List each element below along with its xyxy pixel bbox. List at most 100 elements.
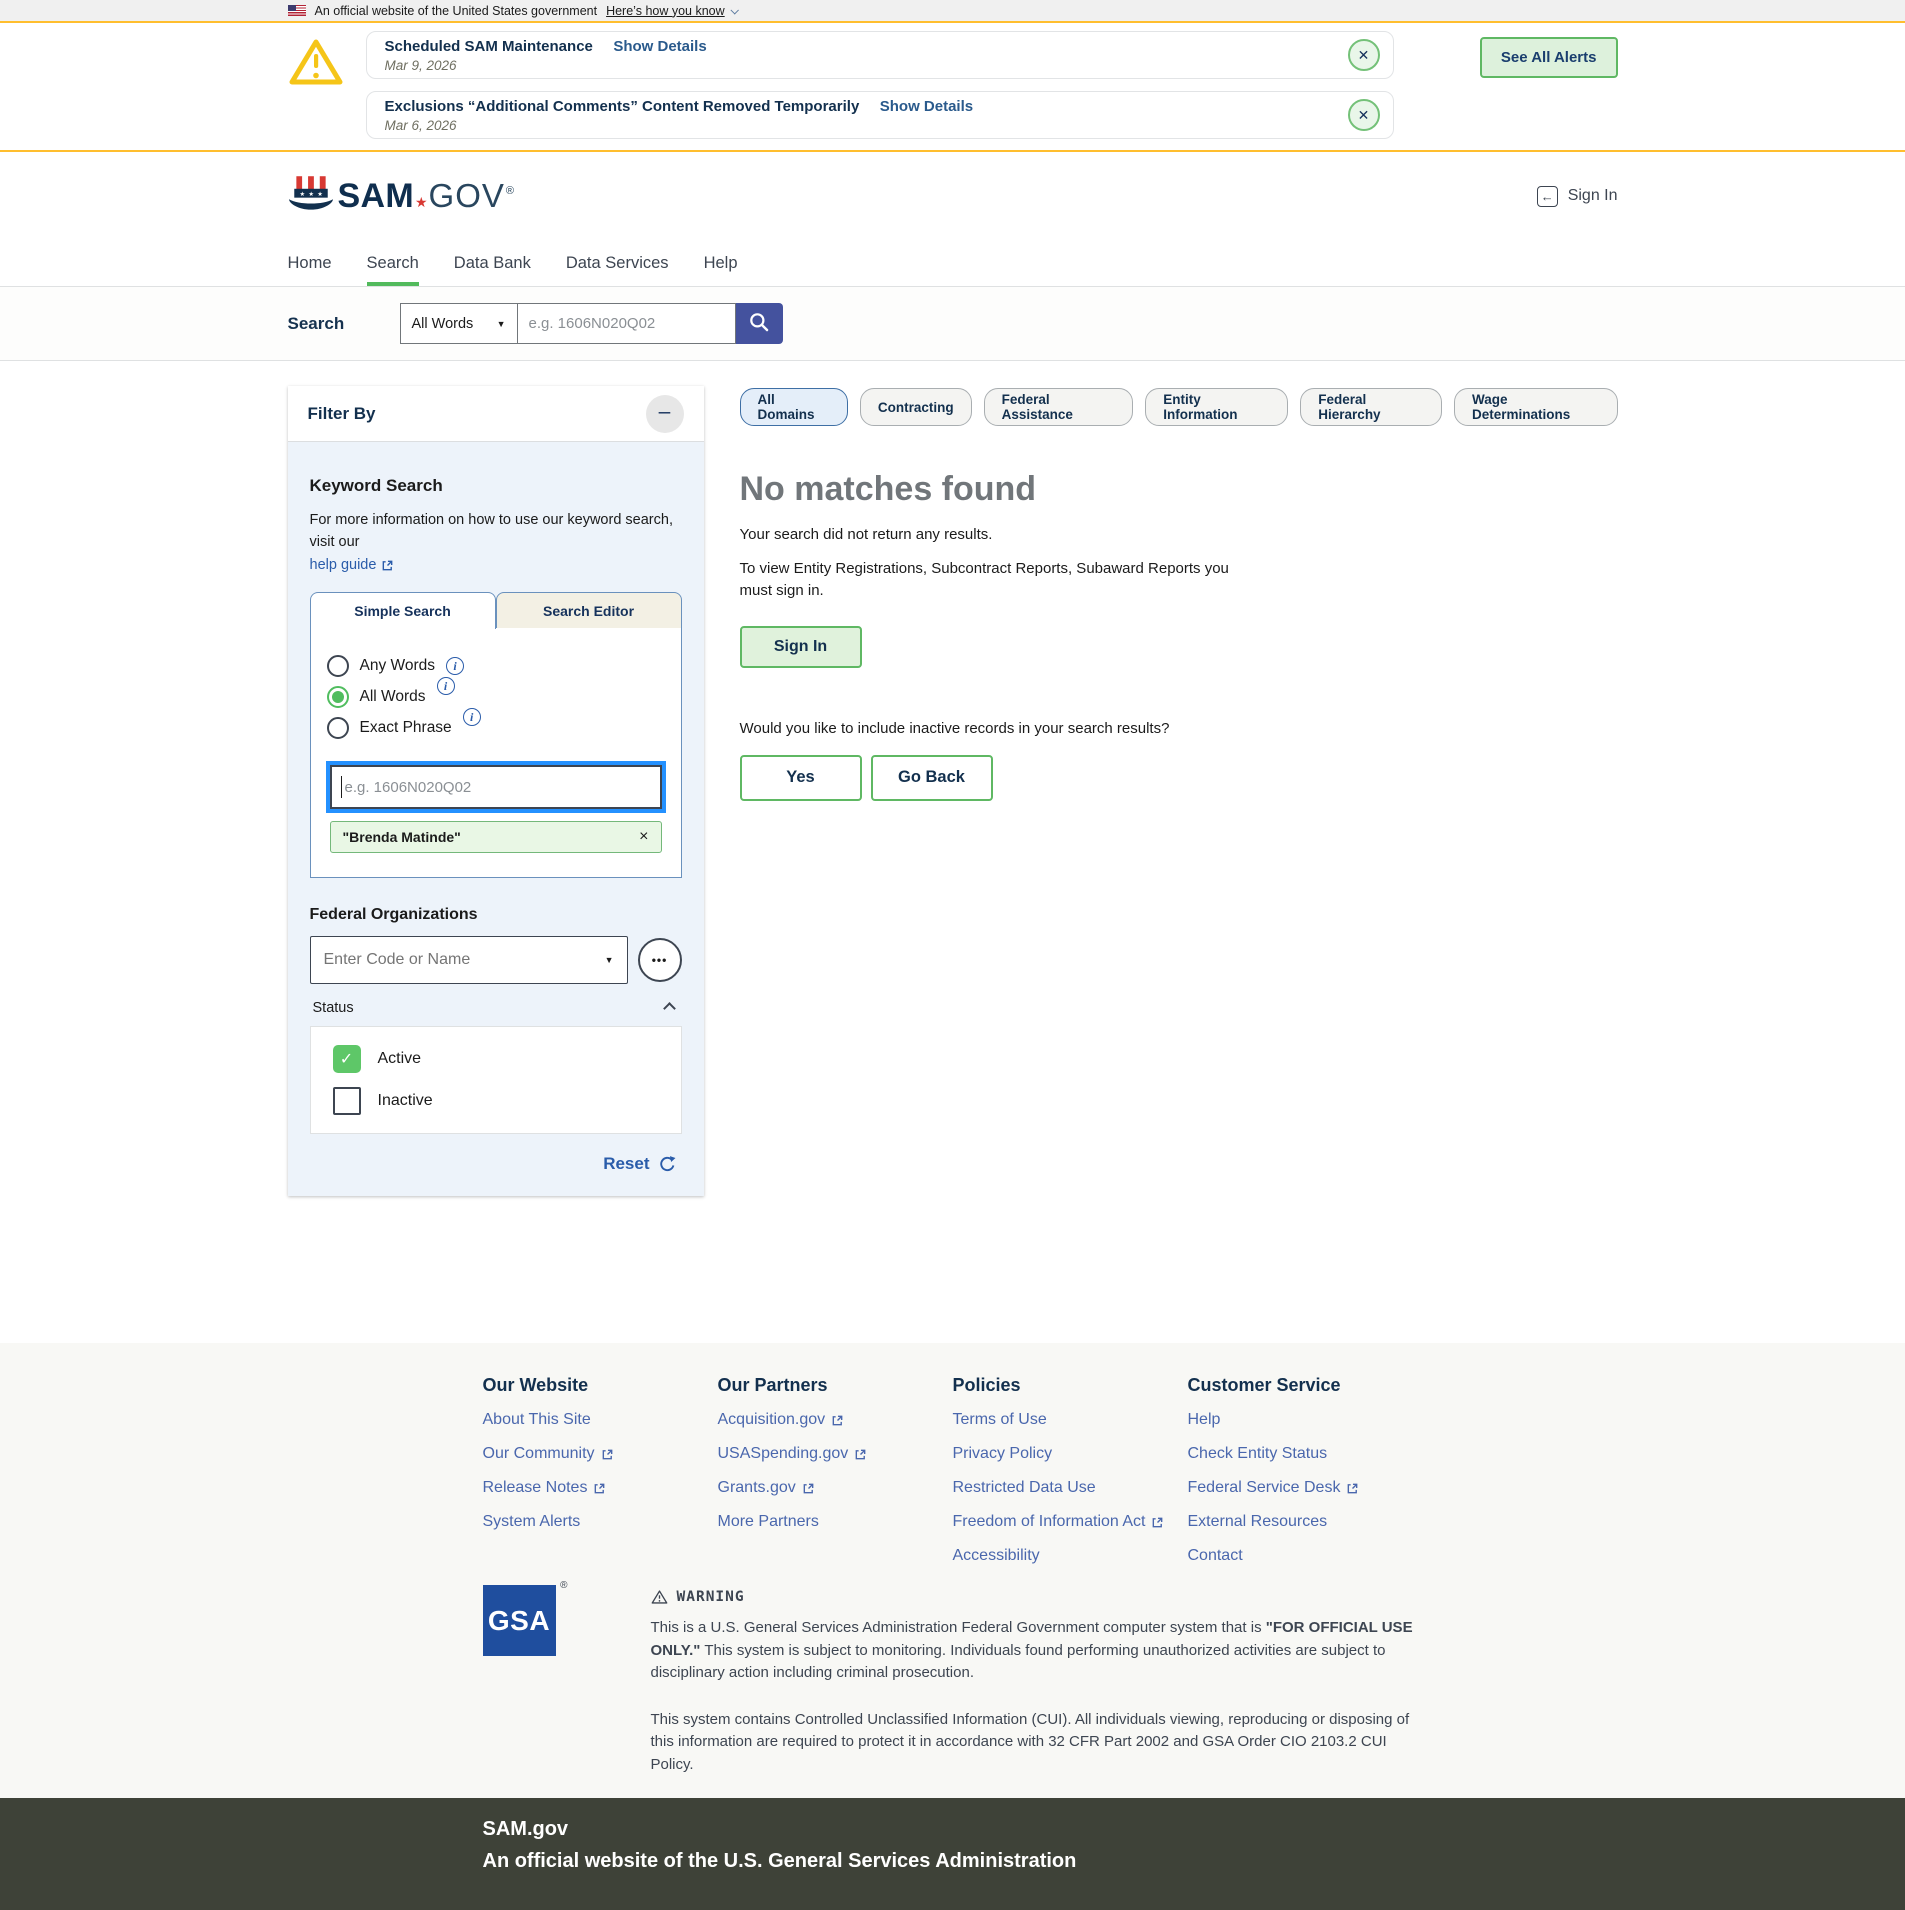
radio-circle-checked xyxy=(327,686,349,708)
footer-link-check-entity-status[interactable]: Check Entity Status xyxy=(1188,1437,1423,1471)
close-glyph: ✕ xyxy=(1358,47,1370,64)
footer-link-our-community[interactable]: Our Community xyxy=(483,1437,718,1471)
simple-search-panel: Any Words i All Words i Exact Phrase i xyxy=(310,628,682,878)
chevron-down-icon xyxy=(730,6,738,14)
footer-link-label: Restricted Data Use xyxy=(953,1479,1096,1497)
search-button[interactable] xyxy=(736,303,783,344)
refresh-icon[interactable] xyxy=(658,1155,677,1174)
info-icon[interactable]: i xyxy=(446,657,464,675)
footer-link-acquisition-gov[interactable]: Acquisition.gov xyxy=(718,1403,953,1437)
footer-link-foia[interactable]: Freedom of Information Act xyxy=(953,1505,1188,1539)
status-section-toggle[interactable]: Status xyxy=(313,1000,679,1016)
see-all-alerts-button[interactable]: See All Alerts xyxy=(1480,37,1618,78)
footer-link-restricted-data-use[interactable]: Restricted Data Use xyxy=(953,1471,1188,1505)
go-back-button[interactable]: Go Back xyxy=(871,755,993,801)
footer-link-label: Freedom of Information Act xyxy=(953,1513,1146,1531)
chip-remove-icon[interactable]: × xyxy=(639,829,648,845)
search-type-value: All Words xyxy=(412,316,474,332)
keyword-input[interactable] xyxy=(330,765,662,809)
footer-link-external-resources[interactable]: External Resources xyxy=(1188,1505,1423,1539)
reset-filters-link[interactable]: Reset xyxy=(603,1154,649,1174)
nav-item-search[interactable]: Search xyxy=(367,240,419,286)
tab-simple-search[interactable]: Simple Search xyxy=(310,592,496,629)
ellipsis-icon: ••• xyxy=(652,953,668,967)
search-label: Search xyxy=(288,314,400,334)
primary-nav: Home Search Data Bank Data Services Help xyxy=(0,240,1905,287)
radio-any-words[interactable]: Any Words i xyxy=(327,655,665,677)
domain-tabs: All Domains Contracting Federal Assistan… xyxy=(740,388,1618,426)
footer-link-release-notes[interactable]: Release Notes xyxy=(483,1471,718,1505)
nav-item-data-bank[interactable]: Data Bank xyxy=(454,240,531,286)
checkbox-active[interactable]: ✓ Active xyxy=(333,1045,659,1073)
footer-site-name: SAM.gov xyxy=(483,1818,1423,1841)
close-icon[interactable]: ✕ xyxy=(1348,99,1380,131)
sign-in-link[interactable]: ← Sign In xyxy=(1537,186,1618,207)
radio-exact-phrase[interactable]: Exact Phrase i xyxy=(327,717,665,739)
collapse-filter-button[interactable]: – xyxy=(646,395,684,433)
alert-show-details-link[interactable]: Show Details xyxy=(880,98,973,115)
footer-link-contact[interactable]: Contact xyxy=(1188,1539,1423,1573)
footer-link-accessibility[interactable]: Accessibility xyxy=(953,1539,1188,1573)
banner-how-you-know-link[interactable]: Here’s how you know xyxy=(606,4,737,18)
filter-panel: Filter By – Keyword Search For more info… xyxy=(288,386,704,1196)
nav-item-home[interactable]: Home xyxy=(288,240,332,286)
us-flag-icon xyxy=(288,5,306,16)
footer-link-system-alerts[interactable]: System Alerts xyxy=(483,1505,718,1539)
filter-title: Filter By xyxy=(308,404,376,424)
sign-in-button[interactable]: Sign In xyxy=(740,626,862,668)
radio-label: All Words xyxy=(360,688,426,706)
checkbox-label: Inactive xyxy=(378,1092,433,1110)
chevron-up-icon xyxy=(663,1002,676,1015)
domain-tab-all-domains[interactable]: All Domains xyxy=(740,388,848,426)
footer-link-federal-service-desk[interactable]: Federal Service Desk xyxy=(1188,1471,1423,1505)
alert-date: Mar 6, 2026 xyxy=(385,118,1329,133)
domain-tab-contracting[interactable]: Contracting xyxy=(860,388,972,426)
minus-icon: – xyxy=(659,400,671,424)
org-more-options-button[interactable]: ••• xyxy=(638,938,682,982)
footer-link-label: Terms of Use xyxy=(953,1411,1047,1429)
help-guide-link[interactable]: help guide xyxy=(310,554,395,576)
close-glyph: ✕ xyxy=(1358,107,1370,124)
footer-link-label: System Alerts xyxy=(483,1513,581,1531)
warning-triangle-icon xyxy=(288,37,344,92)
keyword-search-heading: Keyword Search xyxy=(310,476,682,496)
footer-link-help[interactable]: Help xyxy=(1188,1403,1423,1437)
footer-column-policies: Policies Terms of Use Privacy Policy Res… xyxy=(953,1375,1188,1573)
status-heading: Status xyxy=(313,1000,354,1016)
info-icon[interactable]: i xyxy=(437,677,455,695)
domain-tab-entity-information[interactable]: Entity Information xyxy=(1145,388,1288,426)
footer-site-tagline: An official website of the U.S. General … xyxy=(483,1850,1423,1873)
alert-show-details-link[interactable]: Show Details xyxy=(613,38,706,55)
sam-gov-logo[interactable]: ★ ★ ★ SAM ★ GOV ® xyxy=(288,174,515,219)
search-input[interactable] xyxy=(518,303,736,344)
external-link-icon xyxy=(593,1482,606,1495)
footer-link-usaspending-gov[interactable]: USASpending.gov xyxy=(718,1437,953,1471)
warning-paragraph-2: This system contains Controlled Unclassi… xyxy=(651,1709,1423,1777)
radio-label: Exact Phrase xyxy=(360,719,452,737)
nav-item-data-services[interactable]: Data Services xyxy=(566,240,669,286)
domain-tab-federal-assistance[interactable]: Federal Assistance xyxy=(984,388,1134,426)
results-panel: All Domains Contracting Federal Assistan… xyxy=(740,386,1618,801)
federal-organizations-select[interactable]: Enter Code or Name ▼ xyxy=(310,936,628,984)
footer-link-terms-of-use[interactable]: Terms of Use xyxy=(953,1403,1188,1437)
checkbox-inactive[interactable]: Inactive xyxy=(333,1087,659,1115)
footer-link-more-partners[interactable]: More Partners xyxy=(718,1505,953,1539)
radio-all-words[interactable]: All Words i xyxy=(327,686,665,708)
footer-link-label: Privacy Policy xyxy=(953,1445,1053,1463)
logo-star-icon: ★ xyxy=(415,194,428,211)
footer-link-privacy-policy[interactable]: Privacy Policy xyxy=(953,1437,1188,1471)
info-icon[interactable]: i xyxy=(463,708,481,726)
footer-link-about-this-site[interactable]: About This Site xyxy=(483,1403,718,1437)
close-icon[interactable]: ✕ xyxy=(1348,39,1380,71)
search-type-dropdown[interactable]: All Words ▼ xyxy=(400,303,518,344)
footer-link-grants-gov[interactable]: Grants.gov xyxy=(718,1471,953,1505)
domain-tab-wage-determinations[interactable]: Wage Determinations xyxy=(1454,388,1618,426)
gsa-logo[interactable]: GSA xyxy=(483,1585,556,1656)
check-glyph: ✓ xyxy=(340,1049,353,1069)
warning-text: This system is subject to monitoring. In… xyxy=(651,1642,1386,1682)
domain-tab-federal-hierarchy[interactable]: Federal Hierarchy xyxy=(1300,388,1442,426)
nav-item-help[interactable]: Help xyxy=(704,240,738,286)
status-options: ✓ Active Inactive xyxy=(310,1026,682,1134)
yes-button[interactable]: Yes xyxy=(740,755,862,801)
tab-search-editor[interactable]: Search Editor xyxy=(496,592,682,629)
